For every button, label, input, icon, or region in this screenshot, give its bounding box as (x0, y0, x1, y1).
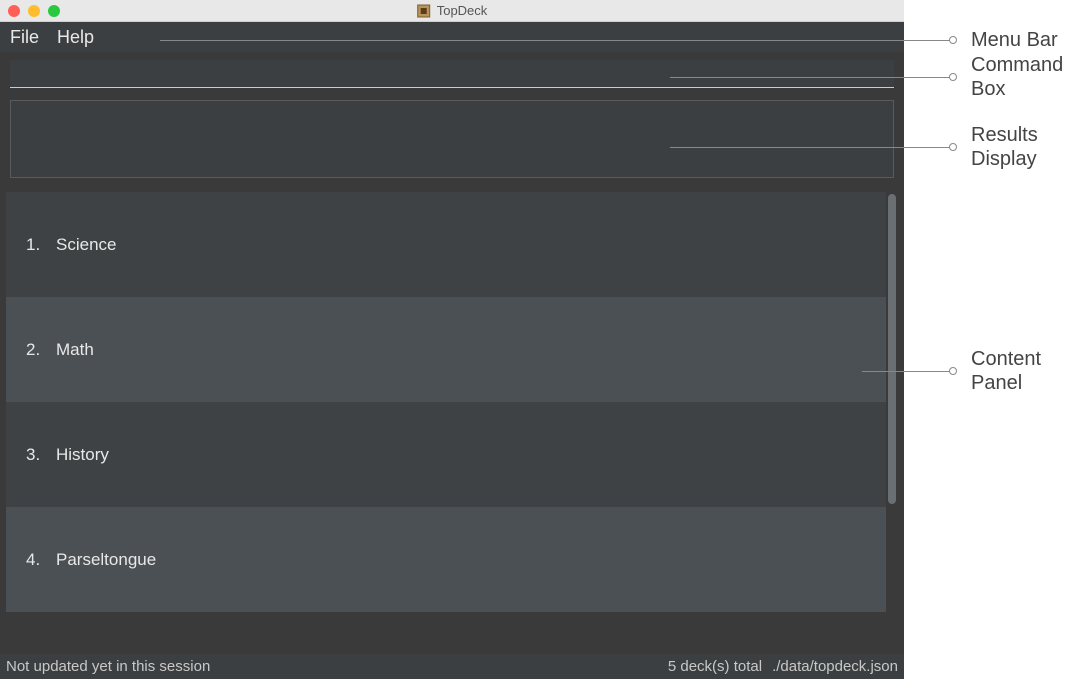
deck-index: 1. (26, 235, 56, 255)
menu-help[interactable]: Help (57, 27, 94, 48)
deck-name: History (56, 445, 109, 465)
menu-file[interactable]: File (10, 27, 39, 48)
annotation-label: Results (971, 123, 1038, 147)
list-item[interactable]: 3. History (6, 402, 886, 507)
window-controls (0, 5, 60, 17)
close-icon[interactable] (8, 5, 20, 17)
deck-index: 3. (26, 445, 56, 465)
maximize-icon[interactable] (48, 5, 60, 17)
annotation: Results Display (670, 132, 1038, 162)
window-title: TopDeck (437, 3, 488, 18)
list-item[interactable]: 2. Math (6, 297, 886, 402)
annotation-label: Box (971, 77, 1063, 101)
annotation-label: Command (971, 53, 1063, 77)
annotation-label: Content (971, 347, 1041, 371)
deck-name: Math (56, 340, 94, 360)
deck-name: Parseltongue (56, 550, 156, 570)
deck-index: 4. (26, 550, 56, 570)
minimize-icon[interactable] (28, 5, 40, 17)
annotation: Command Box (670, 62, 1063, 92)
annotation-label: Panel (971, 371, 1041, 395)
annotation-label: Menu Bar (971, 28, 1058, 52)
content-panel: 1. Science 2. Math 3. History 4. Parselt… (4, 190, 900, 652)
titlebar: TopDeck (0, 0, 904, 22)
status-left: Not updated yet in this session (6, 658, 210, 675)
list-item[interactable]: 4. Parseltongue (6, 507, 886, 612)
deck-index: 2. (26, 340, 56, 360)
app-icon (417, 4, 431, 18)
status-deck-count: 5 deck(s) total (668, 658, 762, 675)
scrollbar-thumb[interactable] (888, 194, 896, 504)
status-bar: Not updated yet in this session 5 deck(s… (0, 654, 904, 679)
app-window: TopDeck File Help 1. Science 2. Math 3. … (0, 0, 904, 679)
window-title-wrap: TopDeck (417, 3, 488, 18)
scrollbar[interactable] (888, 194, 896, 648)
status-path: ./data/topdeck.json (772, 658, 898, 675)
deck-name: Science (56, 235, 116, 255)
list-item[interactable]: 1. Science (6, 192, 886, 297)
annotation: Content Panel (862, 356, 1041, 386)
annotation-label: Display (971, 147, 1038, 171)
annotation: Menu Bar (160, 25, 1058, 55)
